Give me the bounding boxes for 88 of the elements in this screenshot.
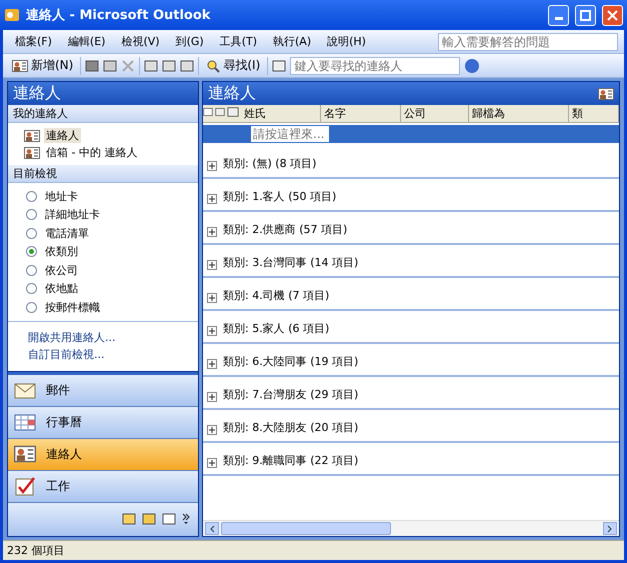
menu-item[interactable]: 執行(A): [267, 32, 318, 51]
new-item-field[interactable]: 請按這裡來...: [251, 126, 329, 142]
outlook-icon: [4, 7, 20, 23]
nav-button[interactable]: 工作: [8, 470, 198, 503]
view-option[interactable]: 詳細地址卡: [45, 207, 100, 222]
menu-item[interactable]: 說明(H): [321, 32, 372, 51]
column-header[interactable]: 類: [569, 105, 619, 122]
menu-item[interactable]: 到(G): [170, 32, 210, 51]
nav-button[interactable]: 連絡人: [8, 438, 198, 471]
calendar-icon: [14, 413, 36, 432]
pane-title: 連絡人: [8, 82, 198, 105]
contact-card-icon: [598, 88, 614, 100]
group-header[interactable]: 類別: 9.離職同事 (22 項目): [223, 453, 358, 468]
maximize-icon: [580, 10, 591, 20]
view-option[interactable]: 依地點: [45, 281, 78, 296]
view-option[interactable]: 依類別: [45, 244, 78, 260]
window-title: 連絡人 - Microsoft Outlook: [26, 7, 212, 24]
chevron-right-icon: [607, 524, 613, 532]
group-header[interactable]: 類別: 1.客人 (50 項目): [223, 189, 336, 204]
contact-card-icon: [12, 60, 28, 72]
radio-button[interactable]: [26, 302, 37, 313]
scrollbar-thumb[interactable]: [221, 522, 391, 535]
group-header[interactable]: 類別: 2.供應商 (57 項目): [223, 222, 348, 237]
nav-button[interactable]: 郵件: [8, 374, 198, 407]
menu-item[interactable]: 工具(T): [214, 32, 263, 51]
close-icon: [607, 10, 618, 20]
expand-toggle[interactable]: [207, 458, 217, 468]
view-option[interactable]: 按郵件標幟: [45, 300, 100, 315]
expand-toggle[interactable]: [207, 194, 217, 204]
contact-card-icon: [14, 445, 36, 464]
radio-button[interactable]: [26, 283, 37, 294]
view-option[interactable]: 電話清單: [45, 226, 89, 241]
chevron-left-icon: [209, 524, 215, 532]
radio-button[interactable]: [26, 190, 37, 202]
status-text: 232 個項目: [7, 543, 64, 558]
radio-button[interactable]: [26, 264, 37, 276]
help-search-field[interactable]: 輸入需要解答的問題: [438, 32, 618, 50]
group-header[interactable]: 類別: 8.大陸朋友 (20 項目): [223, 420, 358, 435]
group-header[interactable]: 類別: 4.司機 (7 項目): [223, 288, 330, 303]
link[interactable]: 開啟共用連絡人...: [28, 330, 198, 344]
expand-toggle[interactable]: [207, 293, 217, 303]
column-header[interactable]: 名字: [321, 105, 401, 122]
scroll-left-button[interactable]: [205, 522, 219, 535]
radio-button[interactable]: [26, 209, 37, 220]
expand-toggle[interactable]: [207, 326, 217, 336]
contact-search-field[interactable]: 鍵入要尋找的連絡人: [290, 56, 460, 74]
scroll-right-button[interactable]: [603, 522, 617, 535]
menu-item[interactable]: 檔案(F): [9, 32, 58, 51]
find-button[interactable]: 尋找(I): [203, 56, 264, 75]
expand-toggle[interactable]: [207, 260, 217, 270]
group-header[interactable]: 類別: 3.台灣同事 (14 項目): [223, 255, 358, 270]
minimize-icon: [554, 17, 562, 20]
maximize-button[interactable]: [575, 4, 596, 26]
column-header[interactable]: 姓氏: [241, 105, 321, 122]
clipboard-check-icon: [14, 476, 36, 496]
link[interactable]: 自訂目前檢視...: [28, 346, 198, 362]
section-heading: 目前檢視: [8, 165, 198, 183]
pane-title: 連絡人: [203, 82, 619, 105]
radio-button[interactable]: [26, 228, 37, 239]
folder-item[interactable]: 信箱 - 中的 連絡人: [44, 145, 140, 160]
group-header[interactable]: 類別: 7.台灣朋友 (29 項目): [223, 387, 358, 402]
chevron-icon[interactable]: [182, 513, 190, 526]
contact-card-icon: [24, 146, 40, 158]
column-header[interactable]: 歸檔為: [469, 105, 569, 122]
group-header[interactable]: 類別: 5.家人 (6 項目): [223, 321, 330, 336]
view-option[interactable]: 地址卡: [45, 188, 78, 204]
new-button[interactable]: 新增(N): [9, 56, 76, 75]
nav-button[interactable]: 行事曆: [8, 406, 198, 439]
folder-item[interactable]: 連絡人: [44, 128, 81, 143]
group-header[interactable]: 類別: (無) (8 項目): [223, 156, 316, 171]
column-header[interactable]: 公司: [401, 105, 469, 122]
expand-toggle[interactable]: [207, 425, 217, 435]
expand-toggle[interactable]: [207, 227, 217, 237]
expand-toggle[interactable]: [207, 392, 217, 402]
radio-button[interactable]: [26, 246, 37, 258]
expand-toggle[interactable]: [207, 161, 217, 171]
close-button[interactable]: [602, 4, 623, 26]
contact-card-icon: [24, 130, 40, 142]
delete-icon: [121, 58, 136, 72]
menu-item[interactable]: 檢視(V): [115, 32, 166, 51]
envelope-icon: [14, 381, 36, 400]
search-icon: [206, 58, 220, 72]
view-option[interactable]: 依公司: [45, 262, 78, 278]
minimize-button[interactable]: [548, 4, 569, 26]
expand-toggle[interactable]: [207, 359, 217, 369]
menu-item[interactable]: 編輯(E): [62, 32, 112, 51]
group-header[interactable]: 類別: 6.大陸同事 (19 項目): [223, 354, 358, 369]
section-heading: 我的連絡人: [8, 105, 198, 123]
